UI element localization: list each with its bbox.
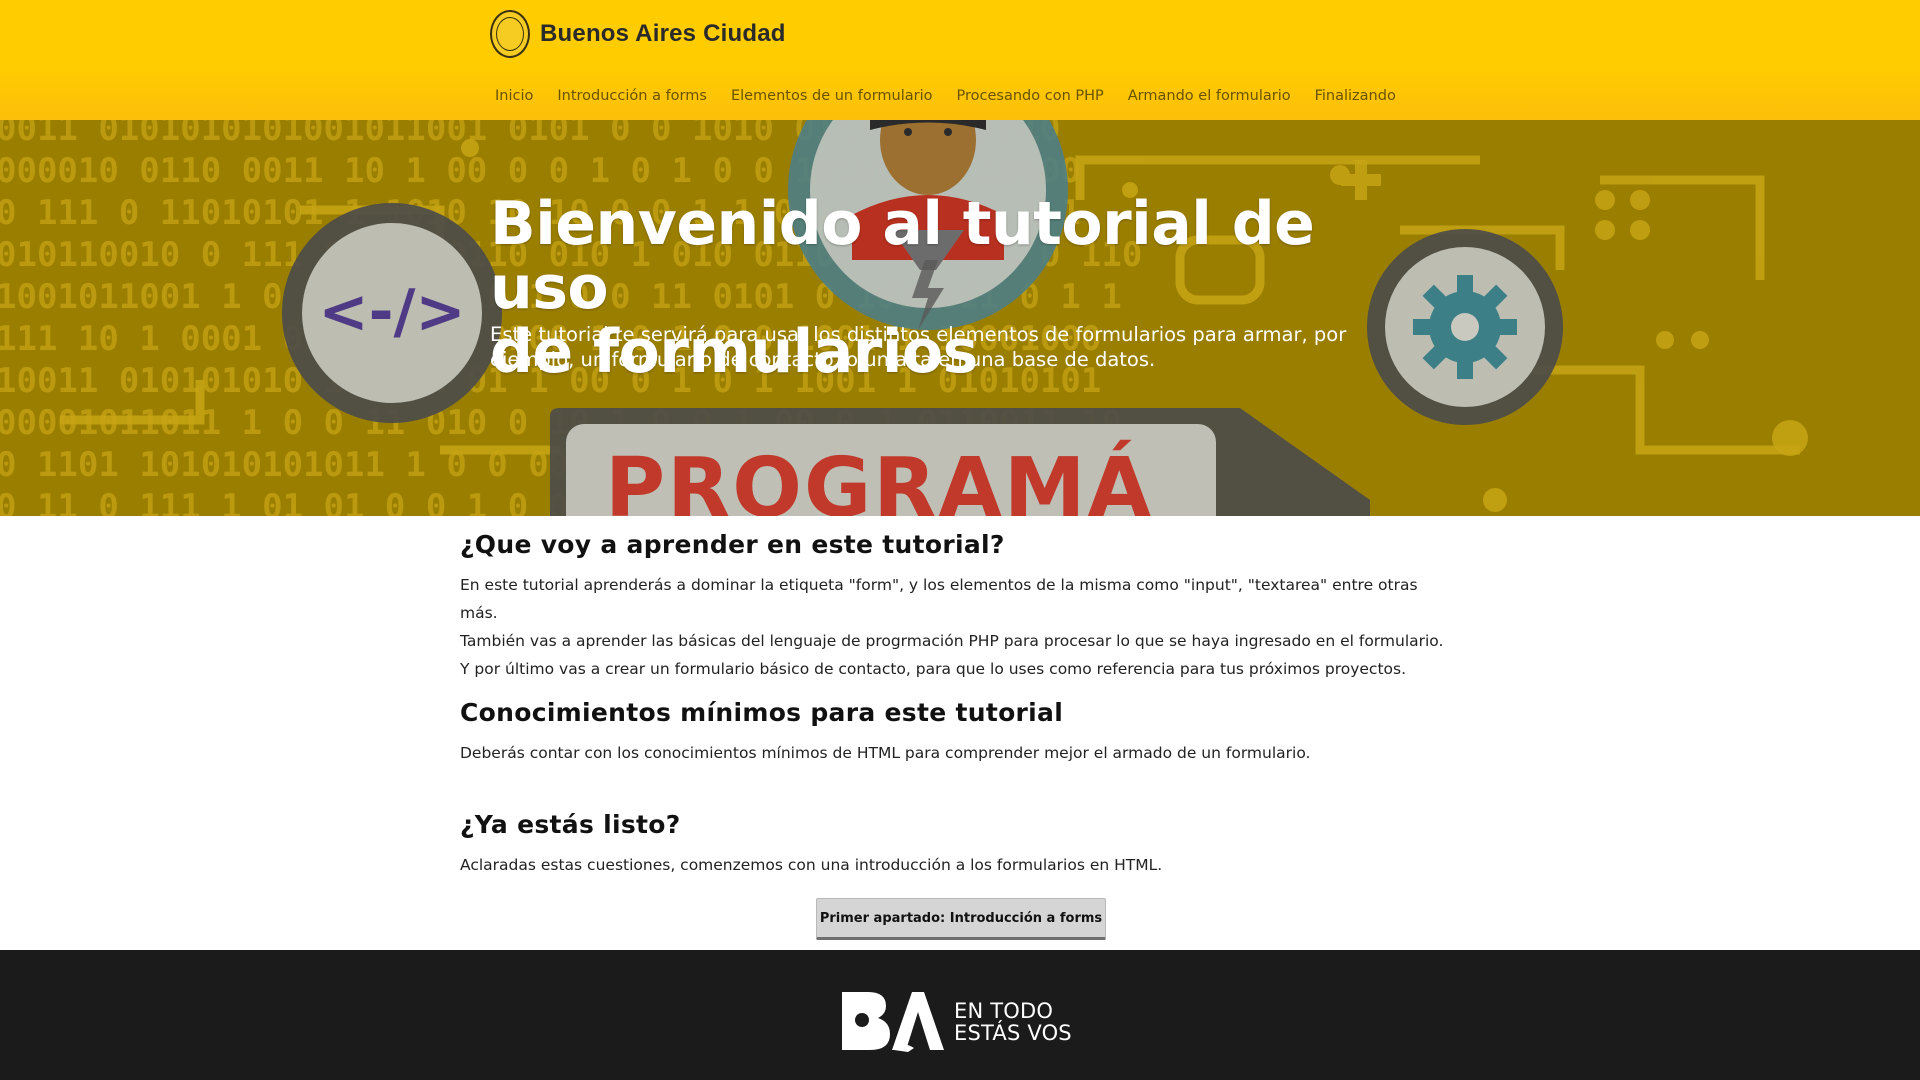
paragraph: También vas a aprender las básicas del l… — [460, 632, 1444, 650]
section-heading: ¿Ya estás listo? — [460, 810, 681, 839]
hero-subtitle-line-1: Este tutorial te servirá para usar los d… — [490, 323, 1347, 346]
brand-name: Buenos Aires Ciudad — [540, 20, 786, 47]
svg-text:PROGRAMÁ: PROGRAMÁ — [605, 439, 1153, 516]
programa-banner-illustration: PROGRAMÁ — [550, 408, 1370, 516]
hero-banner: 0011 0101010101001011001 0101 0 0 1010 0… — [0, 120, 1920, 516]
section-prerequisites: Conocimientos mínimos para este tutorial… — [460, 698, 1310, 767]
paragraph: Y por último vas a crear un formulario b… — [460, 660, 1407, 678]
hero-subtitle: Este tutorial te servirá para usar los d… — [490, 322, 1390, 372]
nav-item-finalizando[interactable]: Finalizando — [1315, 88, 1396, 104]
nav-item-introduccion[interactable]: Introducción a forms — [557, 88, 707, 104]
svg-text:<-/>: <-/> — [318, 277, 465, 347]
section-heading: Conocimientos mínimos para este tutorial — [460, 698, 1064, 727]
site-footer: EN TODO ESTÁS VOS — [0, 950, 1920, 1080]
nav-item-elementos[interactable]: Elementos de un formulario — [731, 88, 933, 104]
site-header: Buenos Aires Ciudad Inicio Introducción … — [0, 0, 1920, 120]
brand[interactable]: Buenos Aires Ciudad — [490, 10, 786, 58]
slogan-line-1: EN TODO — [954, 999, 1054, 1023]
ba-logo[interactable] — [842, 990, 944, 1052]
hero-title-line-1: Bienvenido al tutorial de uso — [490, 189, 1315, 323]
nav-item-inicio[interactable]: Inicio — [495, 88, 533, 104]
paragraph: Aclaradas estas cuestiones, comenzemos c… — [460, 856, 1163, 874]
first-section-button[interactable]: Primer apartado: Introducción a forms — [816, 898, 1106, 940]
code-icon-illustration: <-/> — [282, 203, 502, 423]
city-seal-logo — [490, 10, 530, 58]
section-heading: ¿Que voy a aprender en este tutorial? — [460, 530, 1005, 559]
slogan-line-2: ESTÁS VOS — [954, 1021, 1072, 1045]
nav-item-procesando[interactable]: Procesando con PHP — [957, 88, 1104, 104]
nav-item-armando[interactable]: Armando el formulario — [1128, 88, 1291, 104]
slogan: EN TODO ESTÁS VOS — [954, 1000, 1072, 1044]
hero-subtitle-line-2: ejemplo, un formulario de contacto, o un… — [490, 348, 1156, 371]
section-ready: ¿Ya estás listo? Aclaradas estas cuestio… — [460, 810, 1162, 879]
main-nav: Inicio Introducción a forms Elementos de… — [495, 88, 1420, 104]
paragraph: En este tutorial aprenderás a dominar la… — [460, 576, 1418, 622]
section-learn: ¿Que voy a aprender en este tutorial? En… — [460, 530, 1460, 683]
paragraph: Deberás contar con los conocimientos mín… — [460, 744, 1311, 762]
